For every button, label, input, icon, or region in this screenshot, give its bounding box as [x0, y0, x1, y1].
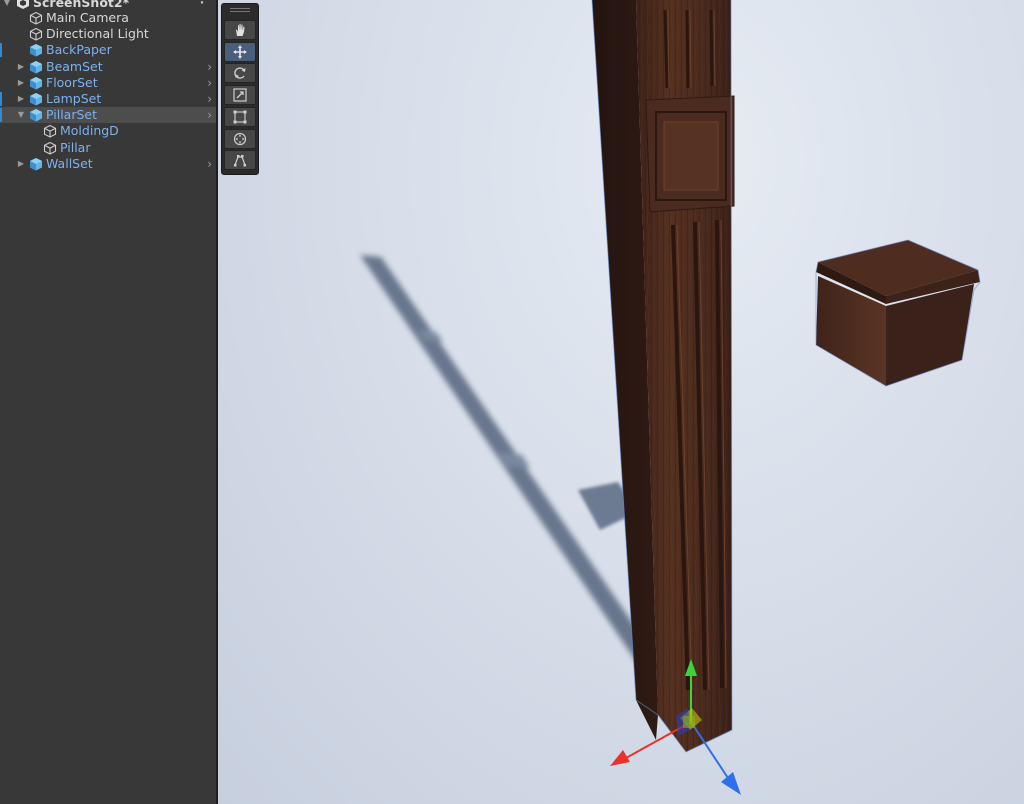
box-model[interactable] [815, 239, 981, 387]
modified-marker [0, 92, 2, 106]
hand-icon [236, 23, 245, 36]
gameobject-icon [43, 125, 57, 139]
foldout-expanded-icon[interactable]: ▼ [16, 110, 26, 119]
hierarchy-item[interactable]: ▼ PillarSet › [0, 107, 216, 124]
move-arrows-icon [233, 44, 247, 59]
rect-tool-button[interactable] [224, 106, 256, 127]
open-prefab-chevron-icon[interactable]: › [207, 59, 212, 75]
prefab-icon [30, 93, 42, 106]
gameobject-icon [29, 11, 43, 25]
hierarchy-item[interactable]: Pillar [0, 140, 216, 156]
foldout-collapsed-icon[interactable]: ▶ [16, 159, 26, 168]
scale-icon [233, 88, 247, 102]
modified-marker [0, 108, 2, 123]
hierarchy-item-label: WallSet [46, 155, 93, 171]
hierarchy-item-label: Main Camera [46, 10, 129, 25]
gameobject-icon [29, 28, 43, 41]
rotate-tool-button[interactable] [224, 63, 256, 84]
custom-editor-icon [234, 155, 246, 167]
view-tool-button[interactable] [224, 20, 256, 40]
scene-foldout-icon[interactable]: ▼ [2, 0, 12, 7]
open-prefab-chevron-icon[interactable]: › [207, 156, 212, 172]
hierarchy-item[interactable]: ▶ BeamSet › [0, 59, 216, 75]
rotate-icon [234, 67, 246, 80]
prefab-icon [30, 76, 42, 90]
gameobject-icon [43, 141, 57, 155]
hierarchy-item[interactable]: Directional Light [0, 26, 216, 42]
hierarchy-item-label: Directional Light [46, 26, 149, 42]
hierarchy-item[interactable]: ▶ FloorSet › [0, 75, 216, 91]
open-prefab-chevron-icon[interactable]: › [207, 91, 212, 107]
gizmo-x-arrow [610, 750, 630, 766]
hierarchy-item-label: BeamSet [46, 58, 103, 74]
unity-scene-icon [17, 0, 29, 9]
scene-view[interactable] [218, 0, 1024, 804]
hierarchy-item[interactable]: Main Camera [0, 10, 216, 26]
gizmo-z-arrow [721, 772, 741, 795]
modified-marker [0, 43, 2, 58]
hierarchy-item-label: MoldingD [60, 123, 119, 139]
hierarchy-item-label: FloorSet [46, 74, 98, 90]
hierarchy-panel: ▼ ScreenShot2* ⋮ Main CameraDirectional … [0, 0, 216, 804]
tool-palette [221, 3, 259, 175]
foldout-collapsed-icon[interactable]: ▶ [16, 78, 26, 87]
scene-viewport[interactable] [218, 0, 1024, 804]
custom-tool-button[interactable] [224, 150, 256, 171]
hierarchy-item-label: PillarSet [46, 107, 98, 123]
open-prefab-chevron-icon[interactable]: › [207, 107, 212, 123]
transform-tool-button[interactable] [224, 128, 256, 149]
hierarchy-item[interactable]: MoldingD [0, 123, 216, 139]
toolbar-grip-icon[interactable] [230, 8, 250, 14]
hierarchy-item-label: BackPaper [46, 42, 112, 58]
prefab-icon [30, 157, 42, 171]
foldout-collapsed-icon[interactable]: ▶ [16, 62, 26, 71]
hierarchy-item-label: Pillar [60, 139, 91, 155]
hierarchy-item[interactable]: ▶ LampSet › [0, 91, 216, 107]
hierarchy-item-label: LampSet [46, 91, 102, 106]
transform-icon [233, 132, 247, 145]
rect-icon [233, 110, 247, 124]
prefab-icon [30, 109, 42, 122]
foldout-collapsed-icon[interactable]: ▶ [16, 94, 26, 103]
pillar-model[interactable] [591, 0, 735, 753]
hierarchy-item[interactable]: ▶ WallSet › [0, 156, 216, 172]
scale-tool-button[interactable] [224, 85, 256, 106]
hierarchy-item[interactable]: BackPaper [0, 42, 216, 58]
scene-menu-icon[interactable]: ⋮ [196, 0, 208, 6]
prefab-icon [30, 60, 42, 74]
open-prefab-chevron-icon[interactable]: › [207, 75, 212, 91]
move-tool-button[interactable] [224, 41, 256, 62]
prefab-icon [30, 44, 42, 57]
